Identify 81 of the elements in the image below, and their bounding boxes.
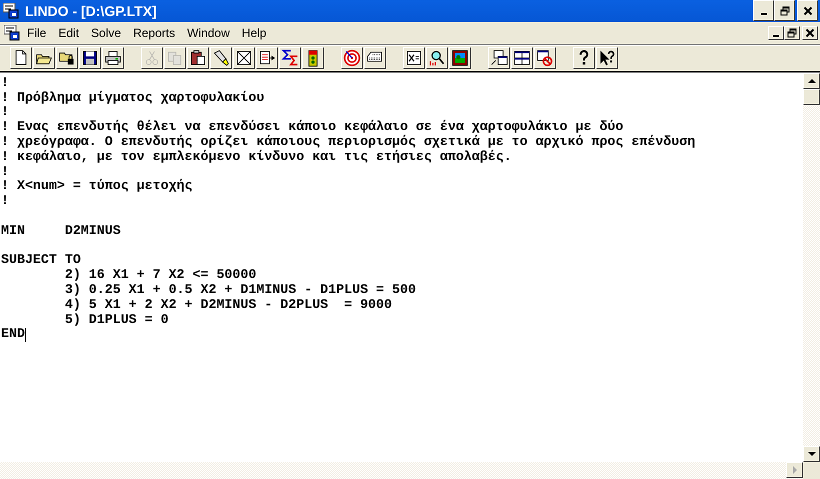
app-logo-icon [4, 24, 20, 41]
toolbar-button[interactable] [596, 47, 618, 70]
crossed-box-icon [235, 49, 253, 68]
toolbar-button[interactable] [233, 47, 255, 70]
scroll-up-button[interactable] [803, 72, 820, 89]
code-line: ! κεφάλαιο, με τον εμπλεκόμενο κίνδυνο και τις ετήσιες απολαβές. [1, 150, 512, 165]
app-logo-icon [3, 2, 19, 19]
toolbar-button[interactable] [573, 47, 595, 70]
right-arrow-icon [792, 466, 798, 474]
toolbar-button[interactable] [302, 47, 324, 70]
code-line: ! X<num> = τύπος μετοχής [1, 179, 193, 194]
code-line: ! [1, 76, 9, 91]
tiled-windows-icon [513, 49, 531, 68]
toolbar-button[interactable] [511, 47, 533, 70]
menu-item[interactable]: Window [182, 24, 235, 41]
toolbar-button[interactable] [33, 47, 55, 70]
close-icon [805, 28, 815, 38]
scroll-thumb[interactable] [803, 88, 820, 105]
menu-item[interactable]: Solve [86, 24, 126, 41]
toolbar-button[interactable] [426, 47, 448, 70]
restore-icon [780, 6, 790, 16]
copy-icon [166, 49, 184, 68]
scroll-right-button[interactable] [786, 462, 803, 478]
toolbar-button[interactable] [102, 47, 124, 70]
close-button[interactable] [802, 26, 818, 40]
toolbar-button[interactable] [364, 47, 386, 70]
menu-item[interactable]: Help [236, 24, 272, 41]
code-line: MIN D2MINUS [1, 224, 121, 239]
sigma-icon [281, 49, 299, 68]
toolbar-button[interactable] [403, 47, 425, 70]
toolbar-button[interactable] [256, 47, 278, 70]
code-line: 3) 0.25 X1 + 0.5 X2 + D1MINUS - D1PLUS = 500 [64, 283, 416, 298]
printer-icon [104, 49, 122, 68]
minimize-button[interactable] [768, 26, 784, 40]
code-line: 5) D1PLUS = 0 [64, 312, 169, 328]
toolbar-button[interactable] [79, 47, 101, 70]
code-line: ! Πρόβλημα μίγματος χαρτοφυλακίου [1, 90, 264, 106]
code-line: ! [1, 164, 9, 180]
toolbar-button[interactable] [488, 47, 510, 70]
minimize-icon [773, 34, 779, 37]
minimize-icon [760, 12, 766, 15]
toolbar-button[interactable] [449, 47, 471, 70]
close-button[interactable] [797, 0, 818, 22]
code-line: ! Ενας επενδυτής θέλει να επενδύσει κάποιο κεφάλαιο σε ένα χαρτοφυλάκιο με δύο [1, 120, 624, 134]
menu-item[interactable]: Reports [128, 24, 180, 41]
scroll-down-button[interactable] [803, 446, 820, 462]
minimize-button[interactable] [753, 0, 774, 22]
document-x-icon [405, 49, 423, 68]
code-line: END [1, 327, 25, 342]
magnifier-chart-icon [428, 49, 446, 68]
cascade-windows-icon [490, 49, 508, 68]
toolbar-button[interactable] [56, 47, 78, 70]
scissors-icon [143, 49, 161, 68]
restore-button[interactable] [784, 26, 800, 40]
code-line: 4) 5 X1 + 2 X2 + D2MINUS - D2PLUS = 9000 [64, 298, 392, 313]
close-icon [802, 6, 812, 16]
up-arrow-icon [808, 78, 816, 84]
text-cursor [24, 328, 26, 342]
pointer-help-icon [598, 49, 616, 68]
menu-item[interactable]: Edit [53, 24, 84, 41]
code-line: ! χρεόγραφα. Ο επενδυτής ορίζει κάποιους περιορισμός σχετικά με το αρχικό προς επένδυση [1, 135, 696, 150]
picture-icon [451, 49, 469, 68]
code-line: ! [1, 194, 9, 210]
toolbar-button[interactable] [10, 47, 32, 70]
down-arrow-icon [808, 451, 816, 457]
toolbar-button[interactable] [187, 47, 209, 70]
menu-item[interactable]: File [22, 24, 52, 41]
window-title: LINDO - [D:\GP.LTX] [25, 2, 158, 19]
code-line: 2) 16 X1 + 7 X2 <= 50000 [64, 268, 256, 283]
restore-icon [787, 28, 797, 38]
restore-button[interactable] [774, 0, 795, 22]
toolbar-button[interactable] [534, 47, 556, 70]
toolbar-button[interactable] [341, 47, 363, 70]
toolbar-button[interactable] [210, 47, 232, 70]
clipboard-icon [189, 49, 207, 68]
code-line: ! [1, 105, 9, 120]
code-line: SUBJECT TO [1, 253, 81, 268]
toolbar-button[interactable] [279, 47, 301, 70]
scrollbar-corner [803, 462, 820, 479]
target-icon [343, 49, 361, 68]
window-prohibited-icon [536, 49, 554, 68]
